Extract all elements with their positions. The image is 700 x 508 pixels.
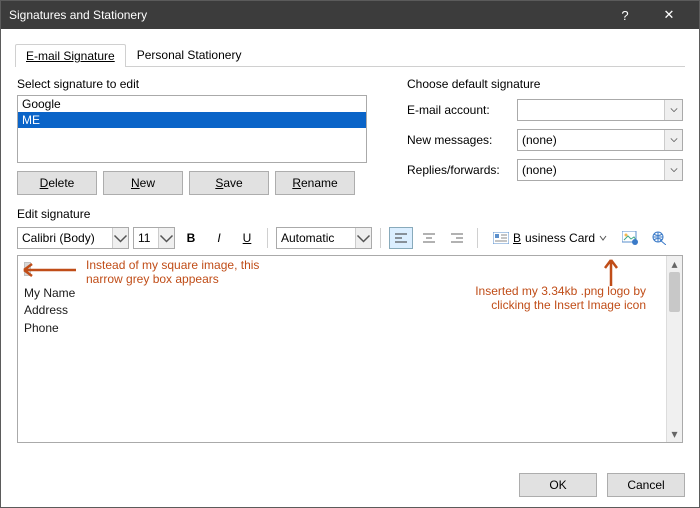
replies-forwards-value: (none) — [522, 163, 557, 177]
tab-personal-stationery[interactable]: Personal Stationery — [126, 43, 253, 66]
chevron-down-icon — [664, 160, 682, 180]
chevron-down-icon — [112, 228, 128, 248]
editor-line: Address — [24, 303, 68, 317]
separator — [380, 228, 381, 248]
ok-button[interactable]: OK — [519, 473, 597, 497]
underline-button[interactable]: U — [235, 227, 259, 249]
bold-button[interactable]: B — [179, 227, 203, 249]
window-title: Signatures and Stationery — [9, 8, 603, 22]
edit-signature-legend: Edit signature — [17, 207, 683, 221]
font-value: Calibri (Body) — [22, 231, 95, 245]
business-card-icon — [493, 232, 509, 244]
align-center-button[interactable] — [417, 227, 441, 249]
new-messages-value: (none) — [522, 133, 557, 147]
scroll-down-icon[interactable]: ▾ — [667, 426, 682, 442]
font-color-combo[interactable]: Automatic — [276, 227, 372, 249]
editor-line: Phone — [24, 321, 59, 335]
save-button[interactable]: Save — [189, 171, 269, 195]
tab-strip: E-mail Signature Personal Stationery — [15, 43, 685, 67]
rename-button[interactable]: Rename — [275, 171, 355, 195]
font-size-value: 11 — [138, 231, 150, 245]
insert-image-button[interactable] — [618, 227, 642, 249]
font-combo[interactable]: Calibri (Body) — [17, 227, 129, 249]
align-right-button[interactable] — [445, 227, 469, 249]
italic-button[interactable]: I — [207, 227, 231, 249]
separator — [477, 228, 478, 248]
tab-email-signature[interactable]: E-mail Signature — [15, 44, 126, 67]
font-color-value: Automatic — [281, 231, 334, 245]
cancel-button[interactable]: Cancel — [607, 473, 685, 497]
replies-forwards-combo[interactable]: (none) — [517, 159, 683, 181]
new-messages-combo[interactable]: (none) — [517, 129, 683, 151]
list-item[interactable]: Google — [18, 96, 366, 112]
broken-image-placeholder[interactable] — [24, 262, 31, 276]
edit-signature-group: Edit signature Calibri (Body) 11 B I U A… — [17, 207, 683, 443]
vertical-scrollbar[interactable]: ▴ ▾ — [666, 256, 682, 442]
align-left-button[interactable] — [389, 227, 413, 249]
editor-line: My Name — [24, 286, 75, 300]
scroll-thumb[interactable] — [669, 272, 680, 312]
close-button[interactable]: ✕ — [647, 1, 691, 29]
signature-editor[interactable]: My Name Address Phone ▴ ▾ Instead of my … — [17, 255, 683, 443]
list-item[interactable]: ME — [18, 112, 366, 128]
replies-forwards-label: Replies/forwards: — [407, 163, 511, 177]
separator — [267, 228, 268, 248]
editor-content[interactable]: My Name Address Phone — [24, 262, 676, 336]
chevron-down-icon — [158, 228, 174, 248]
email-account-label: E-mail account: — [407, 103, 511, 117]
insert-hyperlink-button[interactable] — [646, 227, 670, 249]
new-messages-label: New messages: — [407, 133, 511, 147]
delete-button[interactable]: Delete — [17, 171, 97, 195]
default-signature-legend: Choose default signature — [407, 77, 683, 91]
chevron-down-icon — [664, 100, 682, 120]
panel: Select signature to edit Google ME Delet… — [1, 67, 699, 443]
tab-personal-stationery-label: Personal Stationery — [137, 48, 242, 62]
select-signature-legend: Select signature to edit — [17, 77, 383, 91]
business-card-button[interactable]: Business Card — [486, 229, 614, 247]
tab-email-signature-label: E-mail Signature — [26, 49, 115, 63]
email-account-combo[interactable] — [517, 99, 683, 121]
help-button[interactable]: ? — [603, 1, 647, 29]
scroll-up-icon[interactable]: ▴ — [667, 256, 682, 272]
chevron-down-icon — [599, 234, 607, 242]
dialog-buttons: OK Cancel — [519, 473, 685, 497]
signature-listbox[interactable]: Google ME — [17, 95, 367, 163]
format-toolbar: Calibri (Body) 11 B I U Automatic Busi — [17, 227, 683, 249]
font-size-combo[interactable]: 11 — [133, 227, 175, 249]
chevron-down-icon — [664, 130, 682, 150]
new-button[interactable]: New — [103, 171, 183, 195]
select-signature-group: Select signature to edit Google ME Delet… — [17, 77, 383, 195]
titlebar: Signatures and Stationery ? ✕ — [1, 1, 699, 29]
chevron-down-icon — [355, 228, 371, 248]
